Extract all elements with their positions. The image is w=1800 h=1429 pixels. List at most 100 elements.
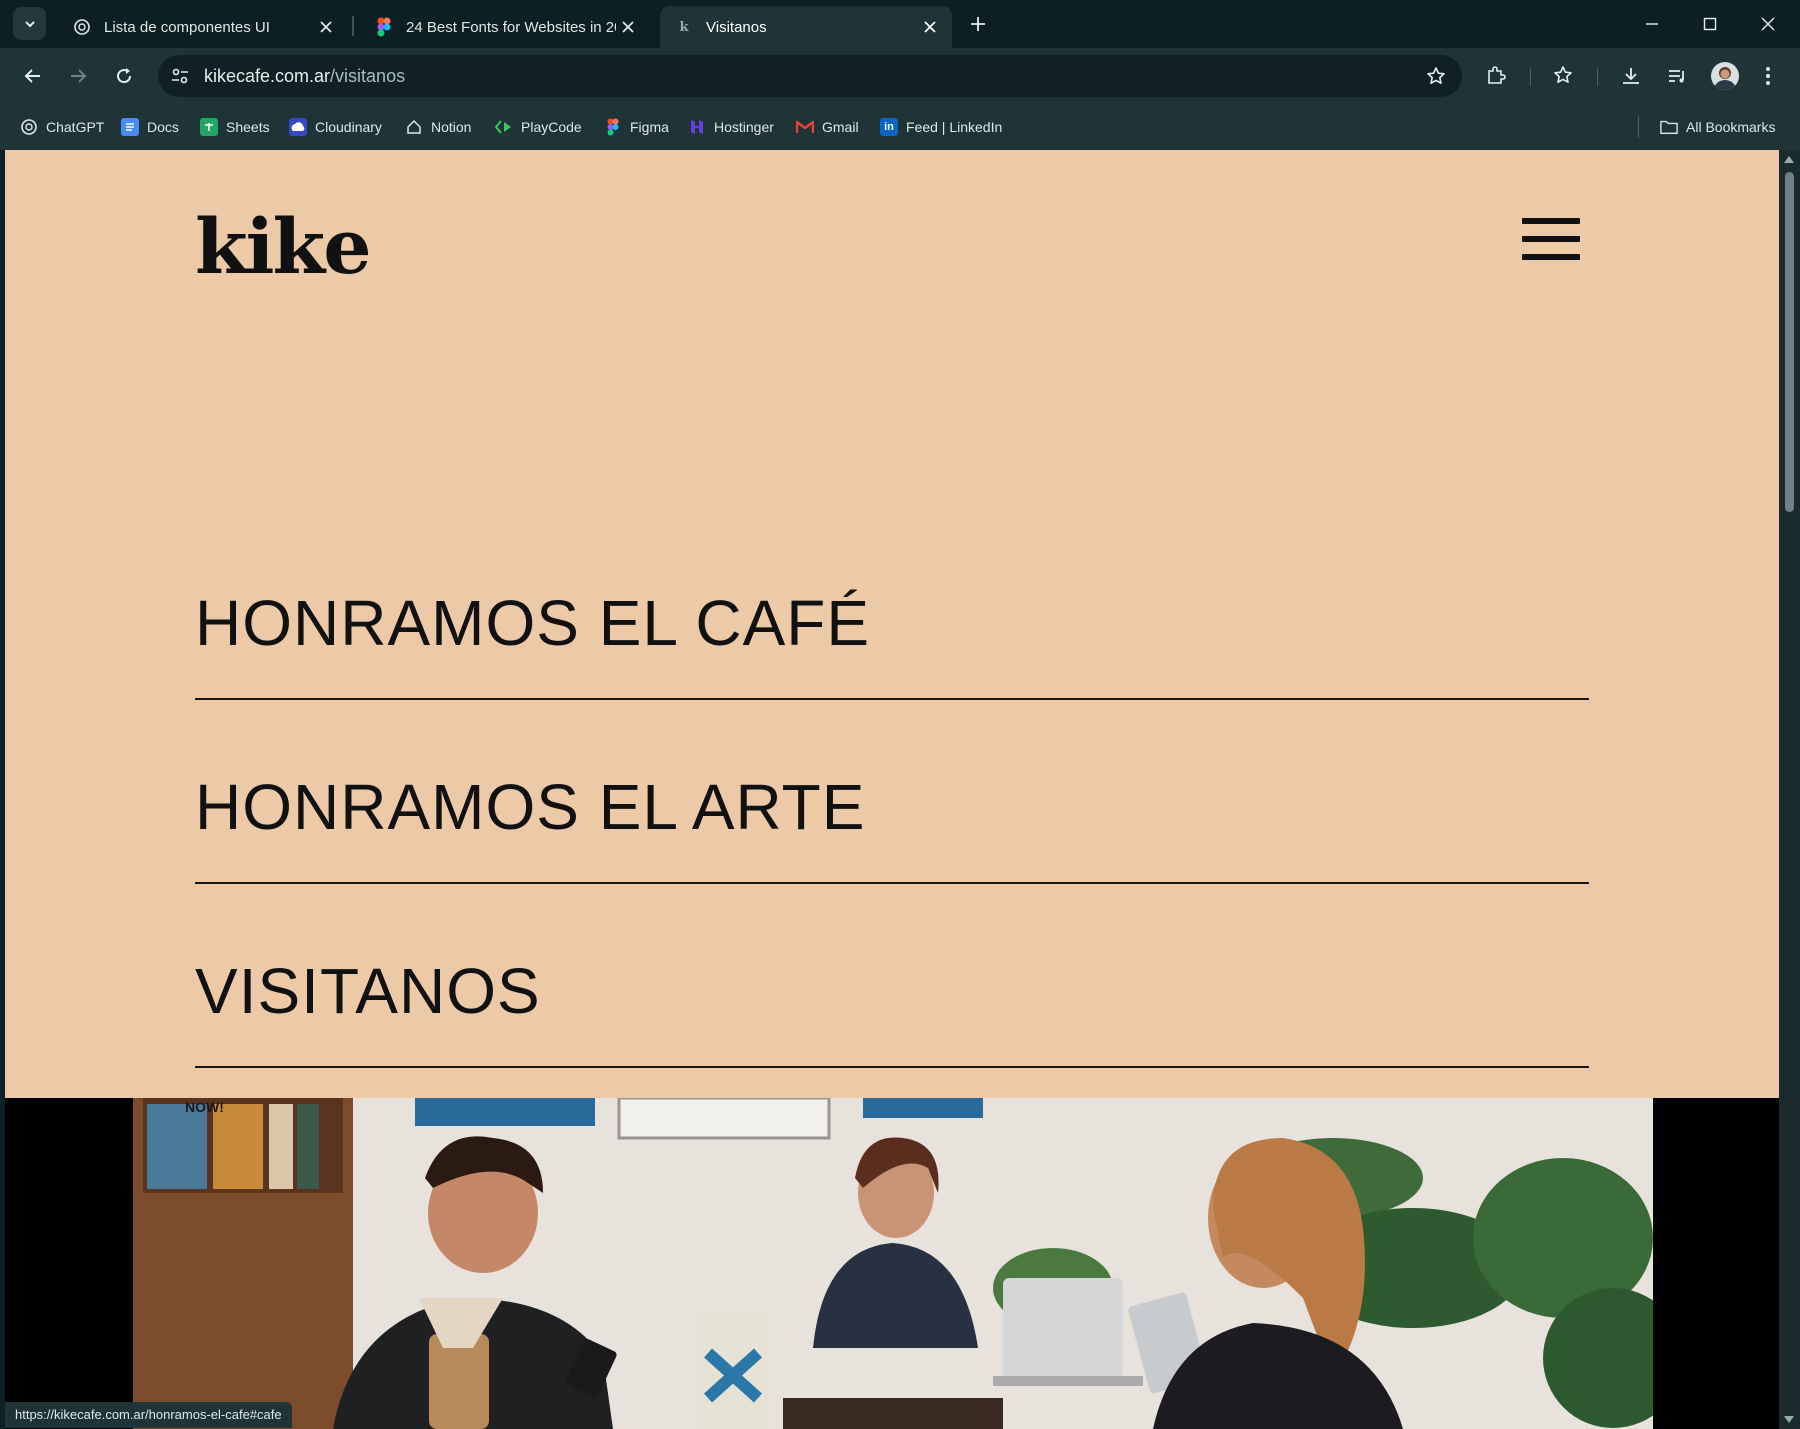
playcode-icon	[495, 118, 513, 136]
close-tab-icon[interactable]	[618, 17, 638, 37]
menu-item-honramos-el-cafe[interactable]: HONRAMOS EL CAFÉ	[195, 518, 1589, 700]
docs-icon	[121, 118, 139, 136]
link-status-bubble: https://kikecafe.com.ar/honramos-el-cafe…	[5, 1402, 292, 1428]
hamburger-menu-button[interactable]	[1522, 218, 1580, 260]
tab-visitanos[interactable]: k Visitanos	[660, 6, 952, 48]
maximize-button[interactable]	[1696, 10, 1724, 38]
bookmark-star-icon[interactable]	[1424, 64, 1448, 88]
more-vertical-icon	[1766, 67, 1770, 85]
kike-favicon: k	[679, 19, 689, 35]
gmail-icon	[796, 118, 814, 136]
bookmark-notion[interactable]: Notion	[405, 114, 471, 140]
extensions-button[interactable]	[1482, 62, 1510, 90]
all-bookmarks-button[interactable]: All Bookmarks	[1660, 114, 1775, 140]
bookmark-playcode[interactable]: PlayCode	[495, 114, 582, 140]
download-icon	[1623, 68, 1639, 84]
tab-separator	[352, 16, 354, 36]
plus-icon	[971, 17, 985, 31]
url-path: /visitanos	[330, 66, 406, 86]
folder-icon	[1660, 118, 1678, 136]
browser-menu-button[interactable]	[1754, 62, 1782, 90]
page-scrollbar[interactable]	[1779, 150, 1800, 1429]
minimize-icon	[1646, 23, 1658, 25]
downloads-button[interactable]	[1617, 62, 1645, 90]
notion-icon	[405, 118, 423, 136]
media-control-button[interactable]	[1663, 62, 1691, 90]
music-queue-icon	[1669, 70, 1684, 83]
arrow-left-icon	[24, 69, 40, 83]
bookmark-hostinger[interactable]: Hostinger	[688, 114, 774, 140]
bookmark-label: Feed | LinkedIn	[906, 119, 1003, 135]
star-list-icon	[1554, 66, 1572, 83]
kike-logo[interactable]: kike	[195, 202, 372, 291]
figma-icon	[374, 17, 394, 37]
close-icon	[1761, 17, 1775, 31]
bookmark-label: Docs	[147, 119, 179, 135]
bookmark-label: Cloudinary	[315, 119, 382, 135]
toolbar-separator	[1597, 68, 1598, 86]
close-tab-icon[interactable]	[920, 17, 940, 37]
tab-best-fonts[interactable]: 24 Best Fonts for Websites in 2025	[360, 6, 650, 48]
scrollbar-thumb[interactable]	[1785, 172, 1794, 512]
bookmark-cloudinary[interactable]: Cloudinary	[289, 114, 382, 140]
forward-button[interactable]	[64, 62, 92, 90]
reload-button[interactable]	[110, 62, 138, 90]
reload-icon	[117, 68, 132, 84]
address-bar[interactable]: kikecafe.com.ar/visitanos	[158, 55, 1462, 97]
hostinger-icon	[688, 118, 706, 136]
bookmarks-button[interactable]	[1549, 62, 1577, 90]
close-window-button[interactable]	[1754, 10, 1782, 38]
tab-title: Visitanos	[706, 18, 767, 36]
menu-item-label: HONRAMOS EL CAFÉ	[195, 587, 871, 659]
linkedin-icon: in	[880, 118, 898, 136]
menu-bar	[1522, 218, 1580, 224]
bookmark-chatgpt[interactable]: ChatGPT	[20, 114, 104, 140]
menu-item-visitanos[interactable]: VISITANOS	[195, 886, 1589, 1068]
bookmark-label: ChatGPT	[46, 119, 105, 135]
bookmark-figma[interactable]: Figma	[604, 114, 669, 140]
back-button[interactable]	[19, 62, 47, 90]
tab-title: Lista de componentes UI	[104, 18, 270, 36]
profile-avatar[interactable]	[1711, 62, 1739, 90]
menu-item-honramos-el-arte[interactable]: HONRAMOS EL ARTE	[195, 702, 1589, 884]
menu-item-label: VISITANOS	[195, 955, 541, 1027]
url-text[interactable]: kikecafe.com.ar/visitanos	[204, 66, 405, 87]
maximize-icon	[1703, 17, 1717, 31]
bookmark-linkedin[interactable]: in Feed | LinkedIn	[880, 114, 1002, 140]
chatgpt-icon	[20, 118, 38, 136]
chatgpt-icon	[72, 17, 92, 37]
bookmarks-separator	[1638, 116, 1639, 138]
page-viewport: kike HONRAMOS EL CAFÉ HONRAMOS EL ARTE V…	[5, 150, 1779, 1429]
menu-bar	[1522, 236, 1580, 242]
sheets-icon	[200, 118, 218, 136]
menu-overlay: kike HONRAMOS EL CAFÉ HONRAMOS EL ARTE V…	[5, 150, 1779, 1098]
bookmark-docs[interactable]: Docs	[121, 114, 179, 140]
figma-icon	[604, 118, 622, 136]
bookmark-label: Sheets	[226, 119, 270, 135]
minimize-button[interactable]	[1638, 10, 1666, 38]
cloudinary-icon	[289, 118, 307, 136]
bookmark-label: Notion	[431, 119, 472, 135]
new-tab-button[interactable]	[965, 11, 991, 37]
bookmark-label: PlayCode	[521, 119, 582, 135]
tab-lista-componentes[interactable]: Lista de componentes UI	[58, 6, 348, 48]
bookmark-label: Hostinger	[714, 119, 774, 135]
tab-title: 24 Best Fonts for Websites in 2025	[406, 18, 616, 36]
poster-text: NOW!	[185, 1099, 224, 1115]
scroll-down-icon[interactable]	[1784, 1416, 1794, 1423]
site-info-icon[interactable]	[168, 64, 192, 88]
toolbar-separator	[1530, 68, 1531, 86]
bookmark-gmail[interactable]: Gmail	[796, 114, 859, 140]
cafe-photo: NOW!	[133, 1098, 1653, 1429]
tab-bar: Lista de componentes UI 24 Best Fonts fo…	[0, 0, 1800, 48]
bookmarks-bar: ChatGPT Docs Sheets Cloudinary Notion Pl…	[0, 104, 1800, 150]
scroll-up-icon[interactable]	[1784, 156, 1794, 163]
bookmark-label: Gmail	[822, 119, 859, 135]
close-tab-icon[interactable]	[316, 17, 336, 37]
tab-search-button[interactable]	[13, 7, 46, 40]
bookmark-label: All Bookmarks	[1686, 119, 1776, 135]
bookmark-label: Figma	[630, 119, 669, 135]
menu-item-label: HONRAMOS EL ARTE	[195, 771, 866, 843]
browser-toolbar: kikecafe.com.ar/visitanos	[0, 48, 1800, 104]
bookmark-sheets[interactable]: Sheets	[200, 114, 270, 140]
